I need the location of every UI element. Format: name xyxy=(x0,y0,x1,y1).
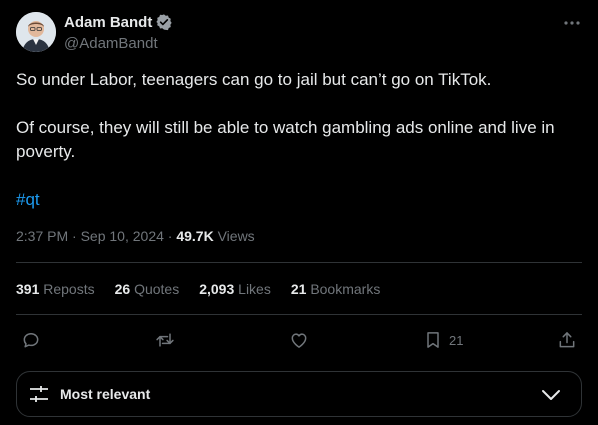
avatar[interactable] xyxy=(16,12,56,52)
likes-count: 2,093 xyxy=(199,281,235,297)
stat-quotes[interactable]: 26 Quotes xyxy=(115,281,180,297)
tweet-header: Adam Bandt @AdamBandt xyxy=(16,12,582,54)
bookmark-button[interactable]: 21 xyxy=(423,326,463,354)
bookmarks-count: 21 xyxy=(290,281,307,297)
more-icon[interactable] xyxy=(562,14,582,32)
stat-bookmarks[interactable]: 21 Bookmarks xyxy=(291,281,381,297)
bookmark-icon xyxy=(427,332,439,348)
hashtag-link[interactable]: #qt xyxy=(16,190,40,209)
share-icon xyxy=(559,332,575,348)
author-handle[interactable]: @AdamBandt xyxy=(64,35,158,52)
quotes-label: Quotes xyxy=(134,281,180,297)
verified-badge-icon xyxy=(156,14,172,31)
sort-sliders-icon xyxy=(30,386,48,402)
reposts-label: Reposts xyxy=(43,281,95,297)
views-count: 49.7K xyxy=(176,228,214,244)
divider xyxy=(16,262,582,263)
quotes-count: 26 xyxy=(114,281,131,297)
engagement-stats: 391 Reposts 26 Quotes 2,093 Likes 21 Boo… xyxy=(16,281,380,297)
author-name[interactable]: Adam Bandt xyxy=(64,14,152,31)
reply-icon xyxy=(23,333,39,348)
chevron-down-icon xyxy=(542,390,560,400)
author-name-row: Adam Bandt xyxy=(64,13,173,31)
bookmarks-label: Bookmarks xyxy=(310,281,381,297)
stat-likes[interactable]: 2,093 Likes xyxy=(199,281,271,297)
sort-label: Most relevant xyxy=(60,386,151,402)
stat-reposts[interactable]: 391 Reposts xyxy=(16,281,95,297)
divider xyxy=(16,314,582,315)
tweet-text: So under Labor, teenagers can go to jail… xyxy=(16,68,576,212)
repost-icon xyxy=(156,333,174,347)
bookmark-count: 21 xyxy=(449,332,464,348)
like-icon xyxy=(291,333,307,348)
repost-button[interactable] xyxy=(155,326,175,354)
share-button[interactable] xyxy=(557,326,577,354)
reposts-count: 391 xyxy=(16,281,40,297)
tweet-paragraph: Of course, they will still be able to wa… xyxy=(16,118,555,161)
tweet-paragraph: So under Labor, teenagers can go to jail… xyxy=(16,70,492,89)
like-button[interactable] xyxy=(289,326,309,354)
replies-sort-dropdown[interactable]: Most relevant xyxy=(16,371,582,417)
reply-button[interactable] xyxy=(21,326,41,354)
tweet-meta: 2:37 PM · Sep 10, 2024 · 49.7K Views xyxy=(16,228,255,244)
likes-label: Likes xyxy=(238,281,271,297)
tweet-time[interactable]: 2:37 PM xyxy=(16,228,68,244)
tweet-date[interactable]: Sep 10, 2024 xyxy=(81,228,164,244)
action-bar: 21 xyxy=(16,326,582,354)
views-label: Views xyxy=(217,228,255,244)
